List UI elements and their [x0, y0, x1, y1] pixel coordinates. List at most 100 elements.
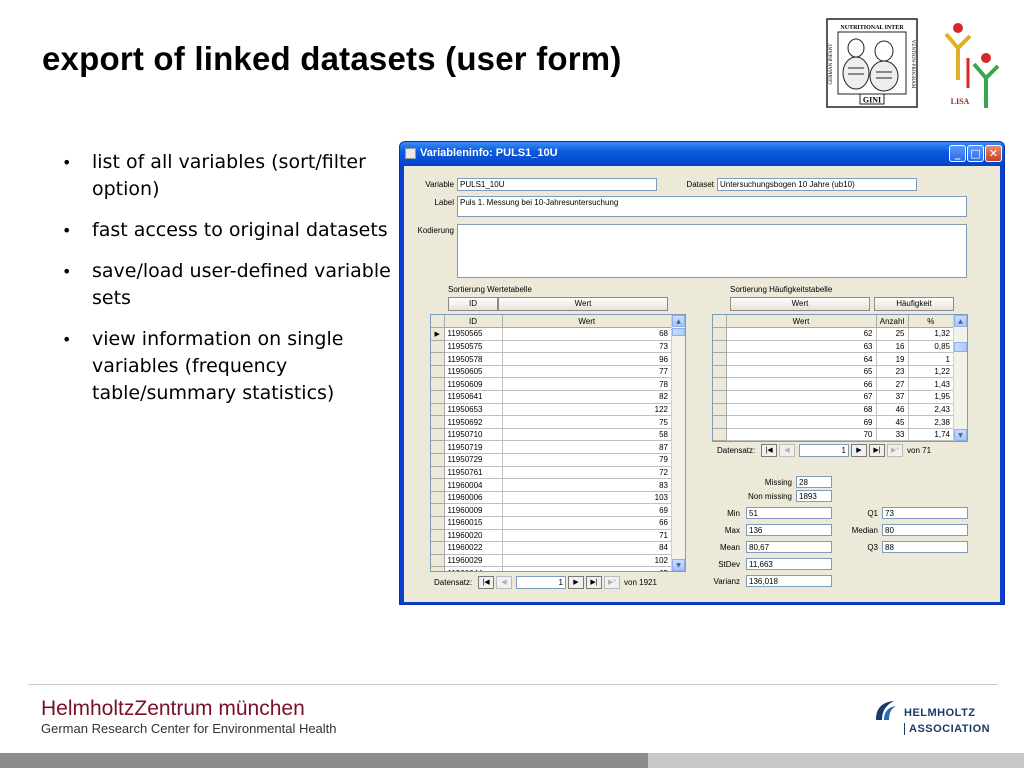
record-number-input[interactable]: 1 — [516, 576, 566, 589]
row-selector[interactable] — [431, 453, 445, 467]
variable-field[interactable]: PULS1_10U — [457, 178, 657, 191]
maximize-button[interactable]: □ — [967, 145, 984, 162]
table-cell[interactable]: 122 — [502, 403, 672, 417]
table-cell[interactable]: 11950719 — [444, 440, 503, 455]
row-selector[interactable] — [431, 403, 445, 417]
row-selector[interactable] — [431, 516, 445, 530]
minimize-button[interactable]: _ — [949, 145, 966, 162]
table-cell[interactable]: 65 — [502, 566, 672, 571]
table-cell[interactable]: 45 — [876, 415, 909, 429]
table-row[interactable]: 11950710 58 — [431, 428, 672, 442]
table-row[interactable]: 11960004 83 — [431, 478, 672, 492]
row-selector[interactable] — [431, 529, 445, 543]
table-cell[interactable]: 67 — [726, 390, 877, 404]
table-cell[interactable]: 64 — [726, 352, 877, 366]
frequency-table-scrollbar[interactable]: ▲ ▼ — [953, 315, 967, 441]
row-selector[interactable] — [431, 503, 445, 517]
table-cell[interactable]: 19 — [876, 352, 909, 366]
record-number-input[interactable]: 1 — [799, 444, 849, 457]
table-row[interactable]: ▶ 11950565 68 — [431, 327, 672, 341]
table-cell[interactable]: 11950653 — [444, 403, 503, 417]
median-field[interactable]: 80 — [882, 524, 968, 536]
table-cell[interactable]: 69 — [502, 503, 672, 517]
q3-field[interactable]: 88 — [882, 541, 968, 553]
first-record-icon[interactable]: |◀ — [478, 576, 494, 589]
table-row[interactable]: 11950719 87 — [431, 440, 672, 455]
scroll-up-icon[interactable]: ▲ — [672, 315, 685, 327]
table-cell[interactable]: 82 — [502, 390, 672, 404]
row-selector[interactable] — [431, 466, 445, 480]
table-cell[interactable]: 1,32 — [908, 327, 954, 341]
window-titlebar[interactable]: Variableninfo: PULS1_10U _ □ ✕ — [400, 142, 1004, 166]
row-selector[interactable] — [431, 541, 445, 555]
row-selector[interactable] — [713, 377, 727, 392]
next-record-icon[interactable]: ▶ — [851, 444, 867, 457]
table-cell[interactable]: 83 — [502, 478, 672, 492]
first-record-icon[interactable]: |◀ — [761, 444, 777, 457]
next-record-icon[interactable]: ▶ — [568, 576, 584, 589]
table-cell[interactable]: 46 — [876, 403, 909, 417]
mean-field[interactable]: 80,67 — [746, 541, 832, 553]
missing-field[interactable]: 28 — [796, 476, 832, 488]
table-cell[interactable]: 71 — [502, 529, 672, 543]
table-cell[interactable]: 103 — [502, 491, 672, 505]
table-cell[interactable]: 1,43 — [908, 377, 954, 392]
sort-by-value-button[interactable]: Wert — [498, 297, 668, 311]
table-cell[interactable]: 23 — [876, 365, 909, 379]
row-selector[interactable] — [713, 340, 727, 354]
scroll-thumb[interactable] — [954, 342, 967, 352]
q1-field[interactable]: 73 — [882, 507, 968, 519]
table-cell[interactable]: 11950605 — [444, 365, 503, 379]
close-button[interactable]: ✕ — [985, 145, 1002, 162]
row-selector[interactable] — [713, 365, 727, 379]
row-selector[interactable] — [713, 327, 727, 341]
table-cell[interactable]: 11960022 — [444, 541, 503, 555]
table-cell[interactable]: 2,43 — [908, 403, 954, 417]
table-cell[interactable]: 11950565 — [444, 327, 503, 341]
table-row[interactable]: 11950761 72 — [431, 466, 672, 480]
label-field[interactable]: Puls 1. Messung bei 10-Jahresuntersuchun… — [457, 196, 967, 217]
table-row[interactable]: 64 19 1 — [713, 352, 954, 366]
dataset-field[interactable]: Untersuchungsbogen 10 Jahre (ub10) — [717, 178, 917, 191]
scroll-up-icon[interactable]: ▲ — [954, 315, 967, 327]
table-row[interactable]: 65 23 1,22 — [713, 365, 954, 379]
table-cell[interactable]: 37 — [876, 390, 909, 404]
table-cell[interactable]: 58 — [502, 428, 672, 442]
table-cell[interactable]: 72 — [502, 466, 672, 480]
scroll-thumb[interactable] — [672, 328, 685, 336]
table-cell[interactable]: 2,38 — [908, 415, 954, 429]
table-row[interactable]: 11950605 77 — [431, 365, 672, 379]
sort-by-id-button[interactable]: ID — [448, 297, 498, 311]
table-cell[interactable]: 68 — [502, 327, 672, 341]
column-header-percent[interactable]: % — [908, 315, 954, 329]
table-cell[interactable]: 65 — [726, 365, 877, 379]
row-selector[interactable] — [431, 554, 445, 568]
table-row[interactable]: 11960029 102 — [431, 554, 672, 568]
table-cell[interactable]: 79 — [502, 453, 672, 467]
row-selector[interactable] — [431, 566, 445, 571]
table-row[interactable]: 11950578 96 — [431, 352, 672, 366]
table-cell[interactable]: 1,74 — [908, 428, 954, 441]
max-field[interactable]: 136 — [746, 524, 832, 536]
table-cell[interactable]: 11950692 — [444, 415, 503, 429]
table-row[interactable]: 69 45 2,38 — [713, 415, 954, 429]
scroll-down-icon[interactable]: ▼ — [672, 559, 685, 571]
new-record-icon[interactable]: ▶* — [604, 576, 620, 589]
current-record-icon[interactable]: ▶ — [431, 327, 445, 341]
table-row[interactable]: 11950575 73 — [431, 340, 672, 354]
new-record-icon[interactable]: ▶* — [887, 444, 903, 457]
table-cell[interactable]: 16 — [876, 340, 909, 354]
prev-record-icon[interactable]: ◀ — [779, 444, 795, 457]
table-cell[interactable]: 33 — [876, 428, 909, 441]
table-cell[interactable]: 0,85 — [908, 340, 954, 354]
table-cell[interactable]: 96 — [502, 352, 672, 366]
stdev-field[interactable]: 11,663 — [746, 558, 832, 570]
row-selector[interactable] — [431, 390, 445, 404]
table-cell[interactable]: 11960044 — [444, 566, 503, 571]
table-cell[interactable]: 11950729 — [444, 453, 503, 467]
table-row[interactable]: 70 33 1,74 — [713, 428, 954, 441]
row-selector[interactable] — [713, 403, 727, 417]
table-row[interactable]: 11950729 79 — [431, 453, 672, 467]
row-selector[interactable] — [431, 478, 445, 492]
table-cell[interactable]: 62 — [726, 327, 877, 341]
